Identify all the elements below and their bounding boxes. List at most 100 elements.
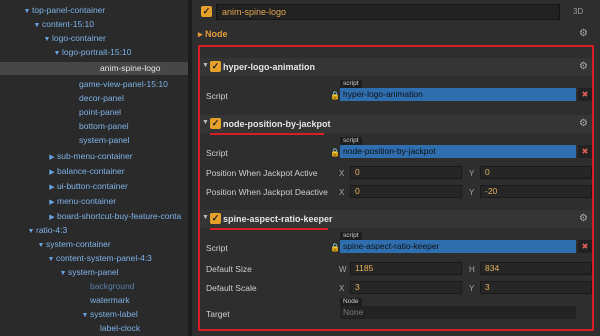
collapsed-arrow-icon[interactable]: ▶ (47, 166, 57, 179)
default-size-h-input[interactable]: 834 (480, 262, 592, 275)
axis-y-label[interactable]: Y (469, 284, 474, 293)
inspector-panel: ✓ anim-spine-logo 3D ▸ Node ⚙ ▼ ✓ hyper-… (192, 0, 600, 336)
default-size-w-input[interactable]: 1185 (350, 262, 462, 275)
position-active-x-input[interactable]: 0 (350, 166, 462, 179)
expand-arrow-icon[interactable]: ▼ (32, 19, 42, 32)
gear-icon[interactable]: ⚙ (579, 61, 588, 72)
axis-y-label[interactable]: Y (469, 169, 474, 178)
expand-arrow-icon[interactable]: ▼ (80, 309, 90, 322)
tree-item[interactable]: decor-panel (0, 92, 188, 105)
tree-item[interactable]: ▶ balance-container (0, 165, 188, 178)
tree-item[interactable]: ▼ system-panel (0, 266, 188, 279)
expand-arrow-icon[interactable]: ▼ (42, 33, 52, 46)
position-deactive-y-input[interactable]: -20 (480, 185, 592, 198)
component-title: node-position-by-jackpot (223, 119, 331, 129)
prop-label-position-deactive: Position When Jackpot Deactive (206, 187, 328, 197)
clear-icon[interactable]: ✖ (578, 88, 592, 101)
component-title: spine-aspect-ratio-keeper (223, 214, 333, 224)
tree-item-selected[interactable]: anim-spine-logo (0, 62, 188, 75)
red-underline (210, 133, 324, 135)
tree-item[interactable]: ▼ ratio-4:3 (0, 224, 188, 237)
default-scale-x-input[interactable]: 3 (350, 281, 462, 294)
collapsed-arrow-icon[interactable]: ▶ (47, 196, 57, 209)
default-scale-y-input[interactable]: 3 (480, 281, 592, 294)
gear-icon[interactable]: ⚙ (579, 118, 588, 129)
script-tag: script (340, 137, 362, 145)
collapsed-arrow-icon[interactable]: ▶ (47, 181, 57, 194)
node-section-label: ▸ Node (198, 29, 228, 39)
tree-item[interactable]: ▼ system-label (0, 308, 188, 321)
script-value[interactable]: hyper-logo-animation (340, 88, 576, 101)
tree-item[interactable]: ▼ content-15:10 (0, 18, 188, 31)
tree-item[interactable]: ▶ ui-button-container (0, 180, 188, 193)
tree-item[interactable]: system-panel (0, 134, 188, 147)
node-header: ✓ anim-spine-logo 3D (192, 0, 600, 24)
script-value[interactable]: node-position-by-jackpot (340, 145, 576, 158)
tree-item[interactable]: background (0, 280, 188, 293)
expand-arrow-icon[interactable]: ▼ (46, 253, 56, 266)
component-enabled-checkbox[interactable]: ✓ (210, 213, 221, 224)
script-ref-field[interactable]: script node-position-by-jackpot ✖ (340, 137, 592, 161)
axis-w-label[interactable]: W (339, 265, 347, 274)
node-active-checkbox[interactable]: ✓ (201, 6, 212, 17)
tree-item[interactable]: ▼ content-system-panel-4:3 (0, 252, 188, 265)
expand-arrow-icon[interactable]: ▼ (52, 47, 62, 60)
tree-item[interactable]: label-clock (0, 322, 188, 335)
hierarchy-panel: ▼ top-panel-container ▼ content-15:10 ▼ log… (0, 0, 188, 336)
tree-item[interactable]: ▶ sub-menu-container (0, 150, 188, 163)
tree-item[interactable]: ▼ logo-container (0, 32, 188, 45)
clear-icon[interactable]: ✖ (578, 145, 592, 158)
expand-arrow-icon[interactable]: ▼ (58, 267, 68, 280)
tree-item[interactable]: ▶ menu-container (0, 195, 188, 208)
red-underline (210, 228, 328, 230)
lock-icon: 🔒 (330, 243, 340, 252)
target-ref-field[interactable]: Node None (340, 298, 592, 322)
axis-x-label[interactable]: X (339, 188, 344, 197)
expand-arrow-icon[interactable]: ▼ (26, 225, 36, 238)
collapse-arrow-icon[interactable]: ▼ (202, 119, 209, 126)
lock-icon: 🔒 (330, 148, 340, 157)
component-enabled-checkbox[interactable]: ✓ (210, 61, 221, 72)
clear-icon[interactable]: ✖ (578, 240, 592, 253)
axis-x-label[interactable]: X (339, 169, 344, 178)
mode-3d-label[interactable]: 3D (573, 7, 583, 16)
collapse-arrow-icon[interactable]: ▼ (202, 62, 209, 69)
collapsed-arrow-icon[interactable]: ▶ (47, 211, 57, 224)
tree-item[interactable]: ▼ system-container (0, 238, 188, 251)
tree-item[interactable]: watermark (0, 294, 188, 307)
tree-item[interactable]: bottom-panel (0, 120, 188, 133)
prop-label-position-active: Position When Jackpot Active (206, 168, 318, 178)
component-title: hyper-logo-animation (223, 62, 315, 72)
collapsed-arrow-icon[interactable]: ▶ (47, 151, 57, 164)
component-enabled-checkbox[interactable]: ✓ (210, 118, 221, 129)
script-ref-field[interactable]: script spine-aspect-ratio-keeper ✖ (340, 232, 592, 256)
axis-x-label[interactable]: X (339, 284, 344, 293)
component-header-node-position-by-jackpot[interactable]: ▼ ✓ node-position-by-jackpot ⚙ (200, 115, 592, 133)
script-ref-field[interactable]: script hyper-logo-animation ✖ (340, 80, 592, 104)
collapse-arrow-icon[interactable]: ▼ (202, 214, 209, 221)
prop-label-default-size: Default Size (206, 264, 252, 274)
position-deactive-x-input[interactable]: 0 (350, 185, 462, 198)
lock-icon: 🔒 (330, 91, 340, 100)
axis-h-label[interactable]: H (469, 265, 475, 274)
tree-item[interactable]: ▼ logo-portrait-15:10 (0, 46, 188, 59)
tree-item[interactable]: game-view-panel-15:10 (0, 78, 188, 91)
node-tag: Node (340, 298, 362, 306)
gear-icon[interactable]: ⚙ (579, 213, 588, 224)
component-header-hyper-logo-animation[interactable]: ▼ ✓ hyper-logo-animation ⚙ (200, 58, 592, 76)
tree-item[interactable]: ▶ board-shortcut-buy-feature-conta (0, 210, 188, 223)
tree-item[interactable]: ▼ top-panel-container (0, 4, 188, 17)
position-active-y-input[interactable]: 0 (480, 166, 592, 179)
node-section-header[interactable]: ▸ Node ⚙ (192, 24, 600, 44)
tree-item[interactable]: point-panel (0, 106, 188, 119)
target-value[interactable]: None (340, 306, 576, 319)
component-header-spine-aspect-ratio-keeper[interactable]: ▼ ✓ spine-aspect-ratio-keeper ⚙ (200, 210, 592, 228)
gear-icon[interactable]: ⚙ (579, 28, 588, 39)
prop-label-script: Script (206, 243, 228, 253)
axis-y-label[interactable]: Y (469, 188, 474, 197)
script-value[interactable]: spine-aspect-ratio-keeper (340, 240, 576, 253)
prop-label-default-scale: Default Scale (206, 283, 257, 293)
expand-arrow-icon[interactable]: ▼ (22, 5, 32, 18)
node-name-input[interactable]: anim-spine-logo (216, 4, 560, 20)
expand-arrow-icon[interactable]: ▼ (36, 239, 46, 252)
